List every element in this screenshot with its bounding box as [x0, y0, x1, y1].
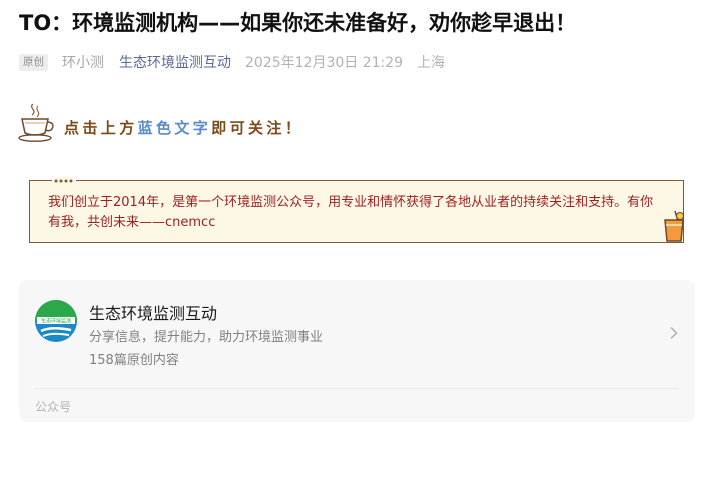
publish-location: 上海: [417, 55, 446, 71]
author-name: 环小测: [62, 55, 104, 71]
follow-hint: 点击上方蓝色文字即可关注！: [64, 117, 303, 138]
follow-text-1: 点击上方: [64, 119, 138, 137]
juice-glass-icon: [664, 210, 684, 242]
follow-banner: 点击上方蓝色文字即可关注！: [17, 102, 347, 146]
intro-text: 我们创立于2014年，是第一个环境监测公众号，用专业和情怀获得了各地从业者的持续…: [48, 195, 654, 230]
follow-text-2: 即可关注！: [211, 119, 304, 137]
account-name: 生态环境监测互动: [89, 304, 218, 323]
logo-text: 生态环境监测: [41, 318, 71, 325]
follow-text-blue[interactable]: 蓝色文字: [138, 119, 212, 137]
original-count: 158篇原创内容: [89, 353, 179, 368]
account-card[interactable]: 生态环境监测 生态环境监测互动 分享信息，提升能力，助力环境监测事业 158篇原…: [19, 280, 695, 422]
account-description: 分享信息，提升能力，助力环境监测事业: [89, 330, 324, 345]
intro-notice: 我们创立于2014年，是第一个环境监测公众号，用专业和情怀获得了各地从业者的持续…: [29, 177, 684, 243]
account-logo: 生态环境监测: [35, 300, 77, 342]
chevron-right-icon[interactable]: [669, 326, 679, 340]
account-type-label: 公众号: [35, 400, 72, 414]
dots-decoration-icon: [52, 177, 76, 185]
coffee-cup-icon: [18, 103, 54, 142]
article-meta: 原创 环小测 生态环境监测互动 2025年12月30日 21:29 上海: [19, 52, 445, 72]
publish-date: 2025年12月30日 21:29: [245, 55, 404, 71]
article-title: TO：环境监测机构——如果你还未准备好，劝你趁早退出！: [19, 11, 577, 35]
card-divider: [35, 388, 679, 389]
original-badge: 原创: [19, 53, 48, 71]
account-link[interactable]: 生态环境监测互动: [119, 52, 231, 72]
